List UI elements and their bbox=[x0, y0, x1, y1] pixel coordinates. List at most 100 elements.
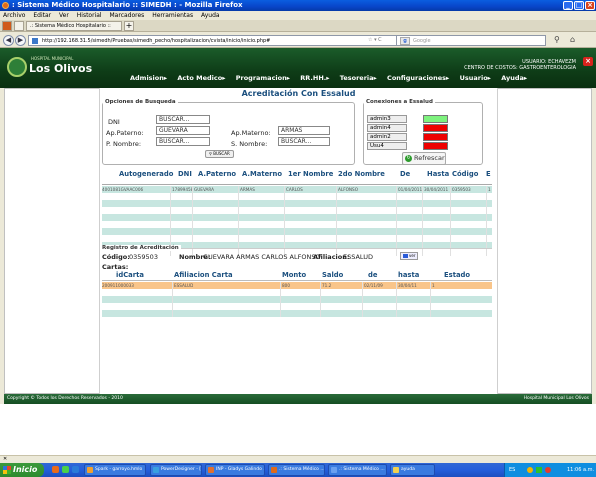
column-divider bbox=[320, 282, 321, 289]
close-window-button[interactable]: × bbox=[585, 1, 595, 10]
table-row[interactable] bbox=[102, 289, 492, 296]
table-row[interactable] bbox=[102, 221, 492, 228]
taskbar-task-button[interactable]: INP - Gladys Galindo ... bbox=[205, 464, 265, 476]
taskbar-task-button[interactable]: ayuda bbox=[390, 464, 435, 476]
col-hasta-carta[interactable]: hasta bbox=[398, 271, 419, 279]
column-divider bbox=[284, 193, 285, 200]
logout-button[interactable]: × bbox=[583, 57, 593, 66]
table-row[interactable]: 4001081GVAAC006 17899458 GUEVARA ARMAS CARLO… bbox=[102, 186, 492, 193]
buscar-button[interactable]: ⚲ BUSCAR bbox=[205, 150, 234, 158]
table-cell: 800 bbox=[282, 283, 290, 288]
tray-app-icon[interactable] bbox=[527, 467, 533, 473]
clock[interactable]: 11:06 a.m. bbox=[567, 463, 594, 477]
col-hasta[interactable]: Hasta bbox=[427, 170, 449, 178]
menu-configuraciones[interactable]: Configuraciones▸ bbox=[387, 74, 449, 82]
hospital-logo: HOSPITAL MUNICIPAL Los Olivos bbox=[7, 56, 92, 80]
home-icon[interactable]: ⌂ bbox=[570, 35, 575, 44]
column-divider bbox=[422, 200, 423, 207]
col-2do-nombre[interactable]: 2do Nombre bbox=[338, 170, 385, 178]
col-1er-nombre[interactable]: 1er Nombre bbox=[288, 170, 333, 178]
table-row[interactable] bbox=[102, 310, 492, 317]
back-button[interactable]: ◀ bbox=[3, 35, 14, 46]
column-divider bbox=[336, 228, 337, 235]
task-app-icon bbox=[208, 467, 214, 473]
table-row[interactable] bbox=[102, 296, 492, 303]
url-bar-actions[interactable]: ☆ ▾ C bbox=[368, 37, 382, 43]
dni-input[interactable]: BUSCAR... bbox=[156, 115, 210, 124]
col-afiliacion-carta[interactable]: Afiliacion Carta bbox=[174, 271, 233, 279]
ap-materno-label: Ap.Materno: bbox=[231, 129, 271, 137]
table-row[interactable]: 200911000033 ESSALUD 800 71.2 02/11/09 30/04/… bbox=[102, 282, 492, 289]
menu-ayuda[interactable]: Ayuda bbox=[201, 12, 220, 19]
col-codigo[interactable]: Código bbox=[452, 170, 478, 178]
menu-usuario[interactable]: Usuario▸ bbox=[460, 74, 491, 82]
menu-ayuda-app[interactable]: Ayuda▸ bbox=[501, 74, 527, 82]
column-divider bbox=[450, 193, 451, 200]
ap-paterno-input[interactable]: GUEVARA bbox=[156, 126, 210, 135]
window-title-bar[interactable]: : Sistema Médico Hospitalario :: SIMEDH … bbox=[0, 0, 596, 11]
firefox-quicklaunch-icon[interactable] bbox=[52, 466, 59, 473]
maximize-button[interactable]: □ bbox=[574, 1, 584, 10]
language-indicator[interactable]: ES bbox=[509, 463, 515, 477]
column-divider bbox=[336, 221, 337, 228]
menu-marcadores[interactable]: Marcadores bbox=[110, 12, 145, 19]
connections-legend: Conexiones a Essalud bbox=[366, 99, 433, 105]
afiliacion-badge[interactable]: ver bbox=[400, 252, 418, 260]
column-divider bbox=[192, 186, 193, 193]
new-tab-button[interactable]: + bbox=[124, 21, 134, 31]
menu-rrhh[interactable]: RR.HH.▸ bbox=[300, 74, 329, 82]
menu-acto-medico[interactable]: Acto Medico▸ bbox=[177, 74, 225, 82]
refresh-icon: ↻ bbox=[405, 155, 412, 162]
close-find-icon[interactable]: ✕ bbox=[3, 456, 7, 462]
table-row[interactable] bbox=[102, 235, 492, 242]
table-row[interactable] bbox=[102, 214, 492, 221]
menu-archivo[interactable]: Archivo bbox=[3, 12, 25, 19]
col-a-paterno[interactable]: A.Paterno bbox=[198, 170, 236, 178]
menu-editar[interactable]: Editar bbox=[33, 12, 51, 19]
ap-materno-input[interactable]: ARMAS bbox=[278, 126, 330, 135]
security-icon[interactable] bbox=[545, 467, 551, 473]
col-a-materno[interactable]: A.Materno bbox=[242, 170, 282, 178]
app-quicklaunch-icon[interactable] bbox=[62, 466, 69, 473]
column-divider bbox=[486, 228, 487, 235]
firefox-menu-icon[interactable] bbox=[2, 21, 12, 31]
col-de[interactable]: De bbox=[400, 170, 410, 178]
refresh-button[interactable]: ↻ Refrescar bbox=[402, 152, 446, 165]
menu-ver[interactable]: Ver bbox=[59, 12, 69, 19]
minimize-button[interactable]: _ bbox=[563, 1, 573, 10]
tab-simedh[interactable]: .: Sistema Médico Hospitalario :: SIMEDH… bbox=[26, 21, 122, 38]
forward-button[interactable]: ▶ bbox=[15, 35, 26, 46]
s-nombre-input[interactable]: BUSCAR... bbox=[278, 137, 330, 146]
menu-programacion[interactable]: Programacion▸ bbox=[236, 74, 290, 82]
taskbar-task-button[interactable]: .: Sistema Médico ... bbox=[268, 464, 325, 476]
network-icon[interactable] bbox=[536, 467, 542, 473]
search-icon[interactable]: ⚲ bbox=[554, 35, 560, 44]
column-divider bbox=[486, 207, 487, 214]
table-row[interactable] bbox=[102, 228, 492, 235]
start-button[interactable]: Inicio bbox=[0, 463, 44, 477]
menu-historial[interactable]: Historial bbox=[77, 12, 102, 19]
table-row[interactable] bbox=[102, 200, 492, 207]
p-nombre-input[interactable]: BUSCAR... bbox=[156, 137, 210, 146]
taskbar-task-button[interactable]: PowerDesigner - [... bbox=[150, 464, 202, 476]
menu-tesoreria[interactable]: Tesoreria▸ bbox=[340, 74, 377, 82]
table-row[interactable] bbox=[102, 303, 492, 310]
table-row[interactable] bbox=[102, 193, 492, 200]
taskbar-task-button[interactable]: Spark - garroyo.hmlo bbox=[84, 464, 146, 476]
col-de-carta[interactable]: de bbox=[368, 271, 377, 279]
menu-admision[interactable]: Admision▸ bbox=[130, 74, 167, 82]
col-monto[interactable]: Monto bbox=[282, 271, 306, 279]
col-dni[interactable]: DNI bbox=[178, 170, 192, 178]
taskbar-task-button[interactable]: .: Sistema Médico ... bbox=[328, 464, 387, 476]
col-estado[interactable]: Estado bbox=[444, 271, 470, 279]
bookmark-icon[interactable] bbox=[14, 21, 24, 31]
col-idcarta[interactable]: idCarta bbox=[116, 271, 144, 279]
menu-herramientas[interactable]: Herramientas bbox=[152, 12, 193, 19]
col-saldo[interactable]: Saldo bbox=[322, 271, 343, 279]
ie-quicklaunch-icon[interactable] bbox=[72, 466, 79, 473]
table-row[interactable] bbox=[102, 207, 492, 214]
col-autogenerado[interactable]: Autogenerado bbox=[119, 170, 173, 178]
col-e[interactable]: E bbox=[486, 170, 491, 178]
column-divider bbox=[320, 310, 321, 317]
search-input[interactable]: g Google bbox=[396, 35, 546, 46]
